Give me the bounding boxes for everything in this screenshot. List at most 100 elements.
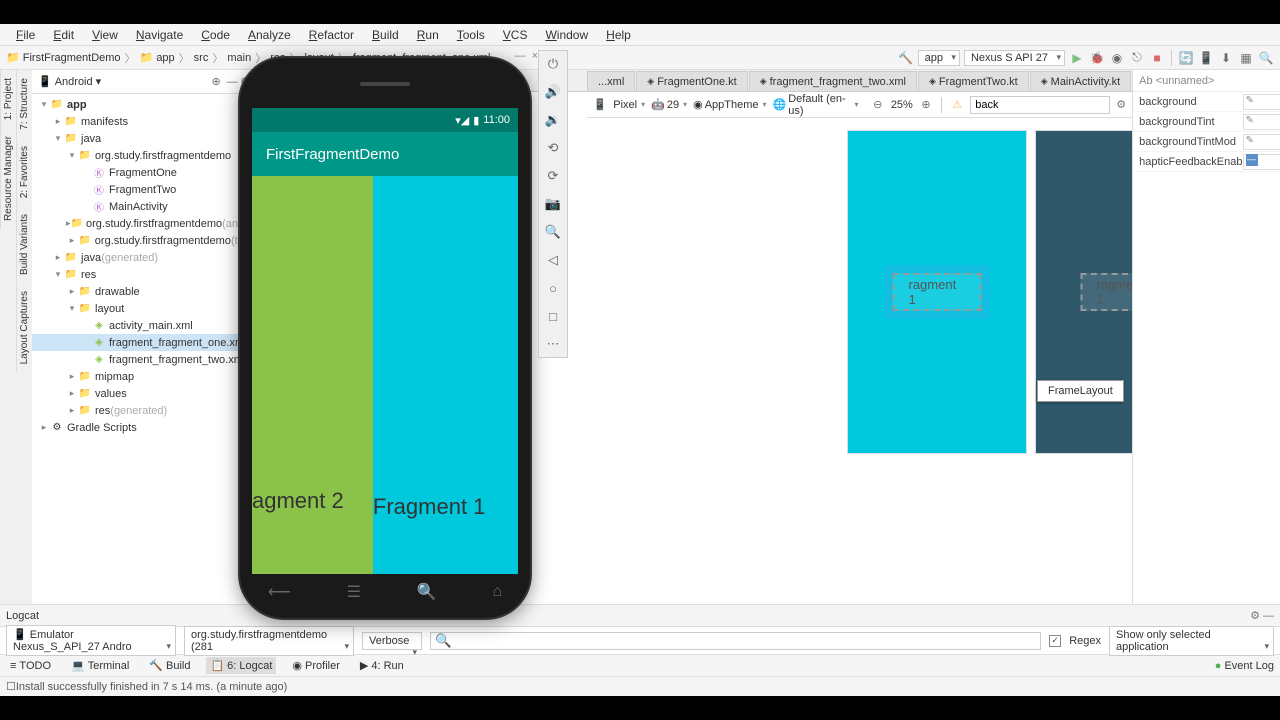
breadcrumb-item[interactable]: 📁 FirstFragmentDemo [6,51,121,64]
collapse-icon[interactable]: — [224,74,240,90]
gear-icon[interactable]: ⚙ [1116,98,1126,111]
power-icon[interactable]: ⏻ [544,55,562,73]
tree-node[interactable]: ▸📁mipmap [32,368,256,385]
side-tab-layout-captures[interactable]: Layout Captures [16,283,32,372]
preview-blueprint[interactable]: ragment 1 [1035,130,1132,454]
menu-help[interactable]: Help [598,26,639,44]
attr-row[interactable]: backgroundTintMod✎▾ [1133,132,1280,152]
bottom-tab-build[interactable]: 🔨 Build [145,657,194,674]
camera-icon[interactable]: 📷 [544,195,562,213]
locale-selector[interactable]: 🌐 Default (en-us) [773,93,859,117]
logcat-device-combo[interactable]: 📱 Emulator Nexus_S_API_27 Andro [6,625,176,656]
tree-node[interactable]: ▸⚙Gradle Scripts [32,419,256,436]
logcat-search-input[interactable] [430,632,1041,650]
tree-node[interactable]: ⓀMainActivity [32,198,256,215]
vol-up-icon[interactable]: 🔊 [544,83,562,101]
target-icon[interactable]: ⊕ [208,74,224,90]
event-log[interactable]: ● Event Log [1215,660,1274,672]
preview-light[interactable]: ragment 1 [847,130,1027,454]
menu-analyze[interactable]: Analyze [240,26,299,44]
attach-icon[interactable]: ⎋ [1129,50,1145,66]
editor-tab[interactable]: ◈ fragment_fragment_two.xml [749,71,917,91]
tree-node[interactable]: ▸📁drawable [32,283,256,300]
tree-node[interactable]: ▸📁manifests [32,113,256,130]
rotate-left-icon[interactable]: ⟲ [544,139,562,157]
home-icon[interactable]: ⌂ [492,583,502,601]
emulator-window[interactable]: —× ▾◢ ▮ 11:00 FirstFragmentDemo agment 2… [240,58,530,618]
menu-edit[interactable]: Edit [45,26,82,44]
regex-checkbox[interactable] [1049,635,1061,647]
run-icon[interactable]: ▶ [1069,50,1085,66]
back-icon[interactable]: ◁ [544,251,562,269]
menu-build[interactable]: Build [364,26,407,44]
preview-textview[interactable]: ragment 1 [893,273,982,311]
bottom-tab-logcat[interactable]: 📋 6: Logcat [206,657,276,674]
editor-tab[interactable]: ◈ FragmentTwo.kt [918,71,1029,91]
debug-icon[interactable]: 🐞 [1089,50,1105,66]
tree-node[interactable]: ▸📁org.study.firstfragmentdemo (test) [32,232,256,249]
zoom-out-icon[interactable]: ⊖ [871,97,885,113]
menu-tools[interactable]: Tools [449,26,493,44]
editor-tab[interactable]: ◈ MainActivity.kt [1030,71,1131,91]
run-config-combo[interactable]: app [918,50,960,66]
rotate-right-icon[interactable]: ⟳ [544,167,562,185]
bottom-tab-profiler[interactable]: ◉ Profiler [288,657,343,674]
attr-row[interactable]: hapticFeedbackEnab— [1133,152,1280,172]
home-icon[interactable]: ○ [544,279,562,297]
tree-node[interactable]: ▸📁values [32,385,256,402]
menu-icon[interactable]: ☰ [347,582,361,602]
tree-node[interactable]: ▾📁app [32,96,256,113]
menu-file[interactable]: File [8,26,43,44]
structure-icon[interactable]: ▦ [1238,50,1254,66]
device-combo[interactable]: Nexus S API 27 [964,50,1065,66]
bottom-tab-run[interactable]: ▶ 4: Run [356,657,408,674]
warning-icon[interactable]: ⚠ [950,97,964,113]
api-selector[interactable]: 🤖 29 [651,98,687,111]
editor-tab[interactable]: ...xml [587,71,635,91]
logcat-pkg-combo[interactable]: org.study.firstfragmentdemo (281 [184,626,354,656]
attr-search-input[interactable] [970,96,1110,114]
menu-view[interactable]: View [84,26,126,44]
attr-row[interactable]: background✎ [1133,92,1280,112]
phone-icon[interactable]: 📱 [593,97,607,113]
hammer-icon[interactable]: 🔨 [898,50,914,66]
project-tree[interactable]: ▾📁app▸📁manifests▾📁java▾📁org.study.firstf… [32,94,256,604]
search-icon[interactable]: 🔍 [1258,50,1274,66]
profile-icon[interactable]: ◉ [1109,50,1125,66]
project-dropdown[interactable]: 📱 Android ▾ [38,75,208,88]
theme-selector[interactable]: ◉ AppTheme [693,98,766,111]
tree-node[interactable]: ▾📁org.study.firstfragmentdemo [32,147,256,164]
tree-node[interactable]: ▸📁java (generated) [32,249,256,266]
menu-code[interactable]: Code [193,26,238,44]
tree-node[interactable]: ◈activity_main.xml [32,317,256,334]
overview-icon[interactable]: □ [544,307,562,325]
side-tab-build-variants[interactable]: Build Variants [16,206,32,283]
preview-textview-bp[interactable]: ragment 1 [1081,273,1133,311]
minimize-icon[interactable]: — [515,50,526,62]
stop-icon[interactable]: ■ [1149,50,1165,66]
tree-node[interactable]: ▾📁res [32,266,256,283]
menu-refactor[interactable]: Refactor [301,26,362,44]
zoom-icon[interactable]: 🔍 [544,223,562,241]
side-tab-resource-mgr[interactable]: Resource Manager [0,128,16,229]
gear-icon[interactable]: ⚙ — [1250,609,1274,622]
zoom-in-icon[interactable]: ⊕ [919,97,933,113]
side-tab-favorites[interactable]: 2: Favorites [16,138,32,206]
attr-row[interactable]: backgroundTint✎ [1133,112,1280,132]
menu-run[interactable]: Run [409,26,447,44]
tree-node[interactable]: ▸📁org.study.firstfragmentdemo (androidTe… [32,215,256,232]
editor-tab[interactable]: ◈ FragmentOne.kt [636,71,747,91]
search-icon[interactable]: 🔍 [417,582,437,602]
tree-node[interactable]: ⓀFragmentTwo [32,181,256,198]
breadcrumb-item[interactable]: 📁 app [140,51,175,64]
tree-node[interactable]: ◈fragment_fragment_two.xml [32,351,256,368]
more-icon[interactable]: ⋯ [544,335,562,353]
menu-window[interactable]: Window [537,26,596,44]
menu-navigate[interactable]: Navigate [128,26,191,44]
tree-node[interactable]: ▸📁res (generated) [32,402,256,419]
tree-node[interactable]: ▾📁layout [32,300,256,317]
back-icon[interactable]: ⟵ [268,582,291,602]
logcat-level-combo[interactable]: Verbose [362,632,422,650]
tree-node[interactable]: ◈fragment_fragment_one.xml [32,334,256,351]
bottom-tab-todo[interactable]: ≡ TODO [6,658,55,674]
